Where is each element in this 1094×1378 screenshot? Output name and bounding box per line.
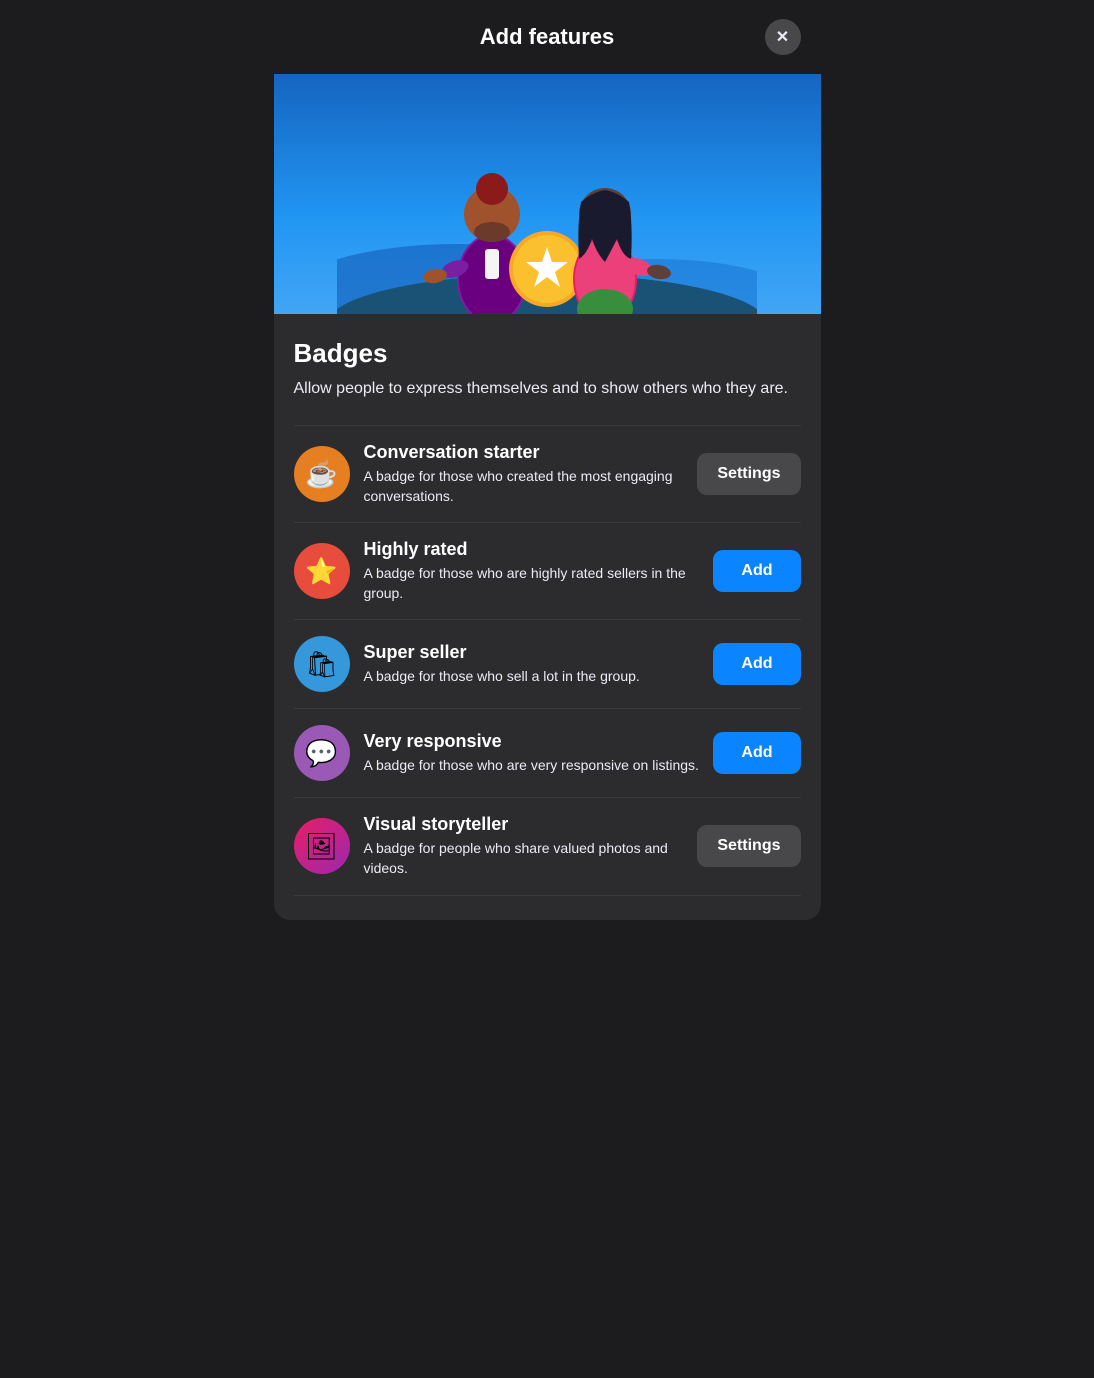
close-button[interactable]: ✕ — [765, 19, 801, 55]
badge-item-very-responsive: 💬 Very responsive A badge for those who ar… — [294, 708, 801, 797]
badge-item-highly-rated: ⭐ Highly rated A badge for those who are h… — [294, 522, 801, 619]
badge-icon-highly-rated: ⭐ — [294, 543, 350, 599]
badges-list: ☕ Conversation starter A badge for those w… — [294, 425, 801, 896]
badge-name-conversation-starter: Conversation starter — [364, 442, 686, 463]
modal-header: Add features ✕ — [274, 0, 821, 74]
modal-content: Badges Allow people to express themselve… — [274, 314, 821, 920]
badge-action-super-seller: Add — [713, 643, 800, 685]
badge-description-conversation-starter: A badge for those who created the most e… — [364, 467, 686, 506]
add-button-very-responsive[interactable]: Add — [713, 732, 800, 774]
badge-name-super-seller: Super seller — [364, 642, 702, 663]
badge-description-super-seller: A badge for those who sell a lot in the … — [364, 667, 702, 687]
badge-icon-visual-storyteller: 🖼 — [294, 818, 350, 874]
badge-item-visual-storyteller: 🖼 Visual storyteller A badge for people wh… — [294, 797, 801, 895]
add-button-highly-rated[interactable]: Add — [713, 550, 800, 592]
badge-action-very-responsive: Add — [713, 732, 800, 774]
settings-button-conversation-starter[interactable]: Settings — [697, 453, 800, 495]
badge-name-very-responsive: Very responsive — [364, 731, 702, 752]
badge-description-highly-rated: A badge for those who are highly rated s… — [364, 564, 702, 603]
badge-action-conversation-starter: Settings — [697, 453, 800, 495]
badge-description-very-responsive: A badge for those who are very responsiv… — [364, 756, 702, 776]
settings-button-visual-storyteller[interactable]: Settings — [697, 825, 800, 867]
badge-icon-super-seller: 🛍 — [294, 636, 350, 692]
badges-section-title: Badges — [294, 338, 801, 369]
badge-icon-very-responsive: 💬 — [294, 725, 350, 781]
badge-description-visual-storyteller: A badge for people who share valued phot… — [364, 839, 686, 878]
add-button-super-seller[interactable]: Add — [713, 643, 800, 685]
badges-section-description: Allow people to express themselves and t… — [294, 377, 801, 401]
badge-name-visual-storyteller: Visual storyteller — [364, 814, 686, 835]
badge-name-highly-rated: Highly rated — [364, 539, 702, 560]
badge-text-highly-rated: Highly rated A badge for those who are hi… — [364, 539, 702, 603]
hero-illustration — [274, 74, 821, 314]
close-icon: ✕ — [776, 27, 789, 47]
badge-item-super-seller: 🛍 Super seller A badge for those who sell … — [294, 619, 801, 708]
hero-svg — [337, 84, 757, 314]
add-features-modal: Add features ✕ — [274, 0, 821, 920]
badge-text-super-seller: Super seller A badge for those who sell a… — [364, 642, 702, 687]
badge-item-conversation-starter: ☕ Conversation starter A badge for those w… — [294, 425, 801, 522]
badge-text-very-responsive: Very responsive A badge for those who are… — [364, 731, 702, 776]
badge-text-visual-storyteller: Visual storyteller A badge for people who… — [364, 814, 686, 878]
badge-icon-conversation-starter: ☕ — [294, 446, 350, 502]
badge-action-visual-storyteller: Settings — [697, 825, 800, 867]
modal-title: Add features — [480, 24, 614, 50]
badge-text-conversation-starter: Conversation starter A badge for those wh… — [364, 442, 686, 506]
badge-action-highly-rated: Add — [713, 550, 800, 592]
